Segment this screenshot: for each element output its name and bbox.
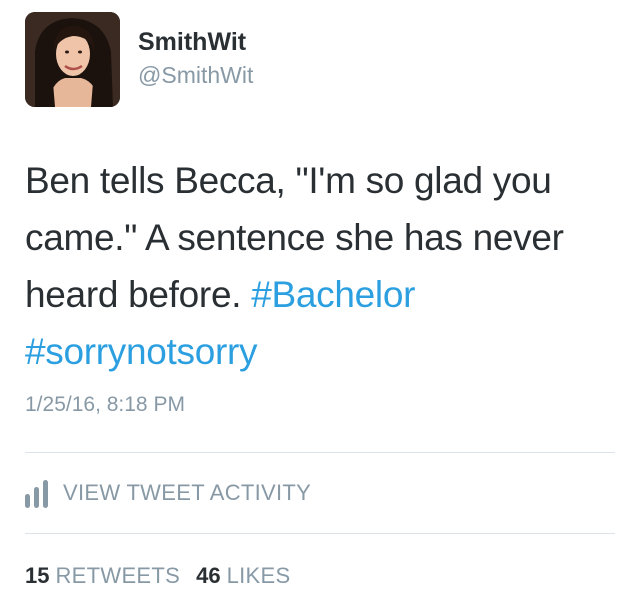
view-tweet-activity-button[interactable]: VIEW TWEET ACTIVITY <box>25 478 311 508</box>
likes-stat[interactable]: 46 LIKES <box>196 563 290 589</box>
divider <box>25 452 615 453</box>
hashtag-bachelor[interactable]: #Bachelor <box>251 274 415 315</box>
divider <box>25 533 615 534</box>
user-handle[interactable]: @SmithWit <box>138 62 253 89</box>
display-name[interactable]: SmithWit <box>138 28 246 57</box>
avatar[interactable] <box>25 12 120 107</box>
profile-photo-icon <box>25 12 120 107</box>
tweet-timestamp: 1/25/16, 8:18 PM <box>25 393 185 416</box>
likes-count: 46 <box>196 563 221 588</box>
view-tweet-activity-label: VIEW TWEET ACTIVITY <box>63 480 312 505</box>
retweets-count: 15 <box>25 563 50 588</box>
likes-label: LIKES <box>226 563 291 588</box>
retweets-label: RETWEETS <box>55 563 181 588</box>
tweet-text: Ben tells Becca, "I'm so glad you came."… <box>25 152 625 380</box>
tweet-stats: 15 RETWEETS 46 LIKES <box>25 563 306 589</box>
retweets-stat[interactable]: 15 RETWEETS <box>25 563 180 589</box>
bar-chart-icon <box>25 478 53 508</box>
hashtag-sorrynotsorry[interactable]: #sorrynotsorry <box>25 331 258 372</box>
